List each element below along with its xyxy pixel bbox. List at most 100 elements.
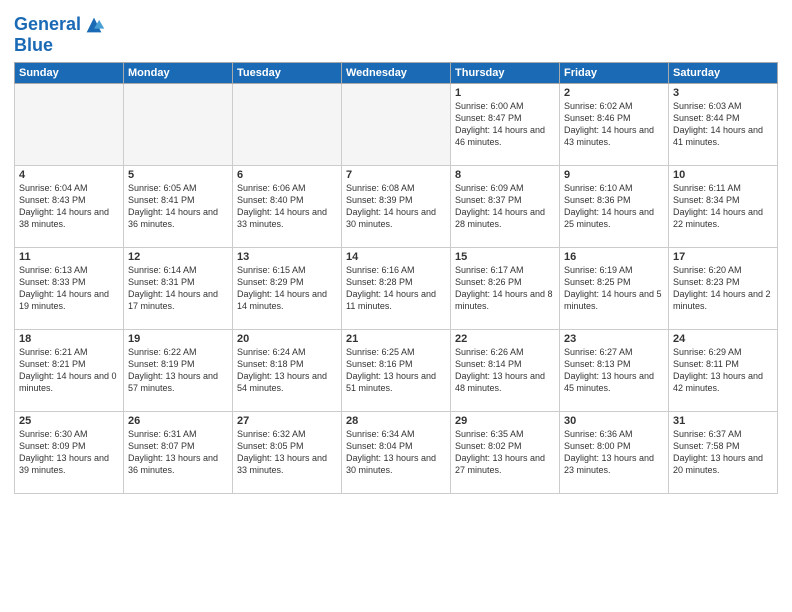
calendar-day-cell: 20Sunrise: 6:24 AM Sunset: 8:18 PM Dayli… xyxy=(233,329,342,411)
day-number: 12 xyxy=(128,251,228,263)
day-info: Sunrise: 6:03 AM Sunset: 8:44 PM Dayligh… xyxy=(673,100,773,149)
calendar-week-row: 11Sunrise: 6:13 AM Sunset: 8:33 PM Dayli… xyxy=(15,247,778,329)
day-info: Sunrise: 6:37 AM Sunset: 7:58 PM Dayligh… xyxy=(673,428,773,477)
calendar-day-cell xyxy=(342,83,451,165)
calendar-day-cell: 28Sunrise: 6:34 AM Sunset: 8:04 PM Dayli… xyxy=(342,411,451,493)
calendar-day-cell xyxy=(15,83,124,165)
calendar-week-row: 18Sunrise: 6:21 AM Sunset: 8:21 PM Dayli… xyxy=(15,329,778,411)
calendar-col-header: Wednesday xyxy=(342,62,451,83)
day-info: Sunrise: 6:22 AM Sunset: 8:19 PM Dayligh… xyxy=(128,346,228,395)
day-info: Sunrise: 6:31 AM Sunset: 8:07 PM Dayligh… xyxy=(128,428,228,477)
day-number: 23 xyxy=(564,333,664,345)
day-info: Sunrise: 6:36 AM Sunset: 8:00 PM Dayligh… xyxy=(564,428,664,477)
day-info: Sunrise: 6:21 AM Sunset: 8:21 PM Dayligh… xyxy=(19,346,119,395)
logo-icon xyxy=(83,14,105,36)
calendar-day-cell: 2Sunrise: 6:02 AM Sunset: 8:46 PM Daylig… xyxy=(560,83,669,165)
day-number: 5 xyxy=(128,169,228,181)
day-number: 17 xyxy=(673,251,773,263)
day-number: 10 xyxy=(673,169,773,181)
day-info: Sunrise: 6:34 AM Sunset: 8:04 PM Dayligh… xyxy=(346,428,446,477)
calendar-day-cell: 25Sunrise: 6:30 AM Sunset: 8:09 PM Dayli… xyxy=(15,411,124,493)
day-number: 1 xyxy=(455,87,555,99)
calendar-day-cell: 8Sunrise: 6:09 AM Sunset: 8:37 PM Daylig… xyxy=(451,165,560,247)
day-info: Sunrise: 6:25 AM Sunset: 8:16 PM Dayligh… xyxy=(346,346,446,395)
calendar-col-header: Sunday xyxy=(15,62,124,83)
day-info: Sunrise: 6:16 AM Sunset: 8:28 PM Dayligh… xyxy=(346,264,446,313)
logo-text2: Blue xyxy=(14,36,105,56)
calendar-day-cell: 13Sunrise: 6:15 AM Sunset: 8:29 PM Dayli… xyxy=(233,247,342,329)
day-info: Sunrise: 6:10 AM Sunset: 8:36 PM Dayligh… xyxy=(564,182,664,231)
day-info: Sunrise: 6:19 AM Sunset: 8:25 PM Dayligh… xyxy=(564,264,664,313)
calendar-day-cell: 4Sunrise: 6:04 AM Sunset: 8:43 PM Daylig… xyxy=(15,165,124,247)
day-number: 21 xyxy=(346,333,446,345)
calendar-day-cell: 21Sunrise: 6:25 AM Sunset: 8:16 PM Dayli… xyxy=(342,329,451,411)
calendar-body: 1Sunrise: 6:00 AM Sunset: 8:47 PM Daylig… xyxy=(15,83,778,493)
day-number: 29 xyxy=(455,415,555,427)
calendar-day-cell: 1Sunrise: 6:00 AM Sunset: 8:47 PM Daylig… xyxy=(451,83,560,165)
page-header: General Blue xyxy=(14,10,778,56)
calendar-day-cell: 26Sunrise: 6:31 AM Sunset: 8:07 PM Dayli… xyxy=(124,411,233,493)
calendar-day-cell: 9Sunrise: 6:10 AM Sunset: 8:36 PM Daylig… xyxy=(560,165,669,247)
calendar-day-cell: 18Sunrise: 6:21 AM Sunset: 8:21 PM Dayli… xyxy=(15,329,124,411)
calendar-day-cell: 27Sunrise: 6:32 AM Sunset: 8:05 PM Dayli… xyxy=(233,411,342,493)
day-info: Sunrise: 6:05 AM Sunset: 8:41 PM Dayligh… xyxy=(128,182,228,231)
day-info: Sunrise: 6:27 AM Sunset: 8:13 PM Dayligh… xyxy=(564,346,664,395)
day-info: Sunrise: 6:24 AM Sunset: 8:18 PM Dayligh… xyxy=(237,346,337,395)
calendar-day-cell: 10Sunrise: 6:11 AM Sunset: 8:34 PM Dayli… xyxy=(669,165,778,247)
day-info: Sunrise: 6:02 AM Sunset: 8:46 PM Dayligh… xyxy=(564,100,664,149)
day-number: 25 xyxy=(19,415,119,427)
day-number: 15 xyxy=(455,251,555,263)
calendar-day-cell: 14Sunrise: 6:16 AM Sunset: 8:28 PM Dayli… xyxy=(342,247,451,329)
calendar-day-cell xyxy=(233,83,342,165)
day-info: Sunrise: 6:29 AM Sunset: 8:11 PM Dayligh… xyxy=(673,346,773,395)
day-number: 14 xyxy=(346,251,446,263)
day-info: Sunrise: 6:14 AM Sunset: 8:31 PM Dayligh… xyxy=(128,264,228,313)
calendar-week-row: 25Sunrise: 6:30 AM Sunset: 8:09 PM Dayli… xyxy=(15,411,778,493)
day-info: Sunrise: 6:32 AM Sunset: 8:05 PM Dayligh… xyxy=(237,428,337,477)
calendar-col-header: Thursday xyxy=(451,62,560,83)
day-number: 3 xyxy=(673,87,773,99)
calendar-day-cell: 15Sunrise: 6:17 AM Sunset: 8:26 PM Dayli… xyxy=(451,247,560,329)
day-info: Sunrise: 6:08 AM Sunset: 8:39 PM Dayligh… xyxy=(346,182,446,231)
day-info: Sunrise: 6:15 AM Sunset: 8:29 PM Dayligh… xyxy=(237,264,337,313)
day-number: 19 xyxy=(128,333,228,345)
calendar-week-row: 1Sunrise: 6:00 AM Sunset: 8:47 PM Daylig… xyxy=(15,83,778,165)
day-info: Sunrise: 6:00 AM Sunset: 8:47 PM Dayligh… xyxy=(455,100,555,149)
calendar-day-cell: 11Sunrise: 6:13 AM Sunset: 8:33 PM Dayli… xyxy=(15,247,124,329)
logo: General Blue xyxy=(14,14,105,56)
day-info: Sunrise: 6:20 AM Sunset: 8:23 PM Dayligh… xyxy=(673,264,773,313)
day-info: Sunrise: 6:09 AM Sunset: 8:37 PM Dayligh… xyxy=(455,182,555,231)
calendar-week-row: 4Sunrise: 6:04 AM Sunset: 8:43 PM Daylig… xyxy=(15,165,778,247)
calendar-day-cell: 12Sunrise: 6:14 AM Sunset: 8:31 PM Dayli… xyxy=(124,247,233,329)
calendar-day-cell: 23Sunrise: 6:27 AM Sunset: 8:13 PM Dayli… xyxy=(560,329,669,411)
calendar-day-cell: 16Sunrise: 6:19 AM Sunset: 8:25 PM Dayli… xyxy=(560,247,669,329)
calendar-col-header: Tuesday xyxy=(233,62,342,83)
day-info: Sunrise: 6:06 AM Sunset: 8:40 PM Dayligh… xyxy=(237,182,337,231)
day-info: Sunrise: 6:11 AM Sunset: 8:34 PM Dayligh… xyxy=(673,182,773,231)
day-info: Sunrise: 6:30 AM Sunset: 8:09 PM Dayligh… xyxy=(19,428,119,477)
day-number: 27 xyxy=(237,415,337,427)
calendar-col-header: Friday xyxy=(560,62,669,83)
day-number: 24 xyxy=(673,333,773,345)
day-number: 20 xyxy=(237,333,337,345)
day-number: 7 xyxy=(346,169,446,181)
day-number: 2 xyxy=(564,87,664,99)
day-info: Sunrise: 6:26 AM Sunset: 8:14 PM Dayligh… xyxy=(455,346,555,395)
day-number: 18 xyxy=(19,333,119,345)
calendar-day-cell: 19Sunrise: 6:22 AM Sunset: 8:19 PM Dayli… xyxy=(124,329,233,411)
day-number: 4 xyxy=(19,169,119,181)
day-number: 22 xyxy=(455,333,555,345)
calendar-day-cell: 3Sunrise: 6:03 AM Sunset: 8:44 PM Daylig… xyxy=(669,83,778,165)
calendar-day-cell: 31Sunrise: 6:37 AM Sunset: 7:58 PM Dayli… xyxy=(669,411,778,493)
day-number: 9 xyxy=(564,169,664,181)
logo-text: General xyxy=(14,15,81,35)
calendar-day-cell xyxy=(124,83,233,165)
day-number: 28 xyxy=(346,415,446,427)
day-info: Sunrise: 6:13 AM Sunset: 8:33 PM Dayligh… xyxy=(19,264,119,313)
day-number: 6 xyxy=(237,169,337,181)
calendar-day-cell: 17Sunrise: 6:20 AM Sunset: 8:23 PM Dayli… xyxy=(669,247,778,329)
day-info: Sunrise: 6:35 AM Sunset: 8:02 PM Dayligh… xyxy=(455,428,555,477)
calendar-day-cell: 22Sunrise: 6:26 AM Sunset: 8:14 PM Dayli… xyxy=(451,329,560,411)
day-number: 30 xyxy=(564,415,664,427)
calendar-day-cell: 30Sunrise: 6:36 AM Sunset: 8:00 PM Dayli… xyxy=(560,411,669,493)
